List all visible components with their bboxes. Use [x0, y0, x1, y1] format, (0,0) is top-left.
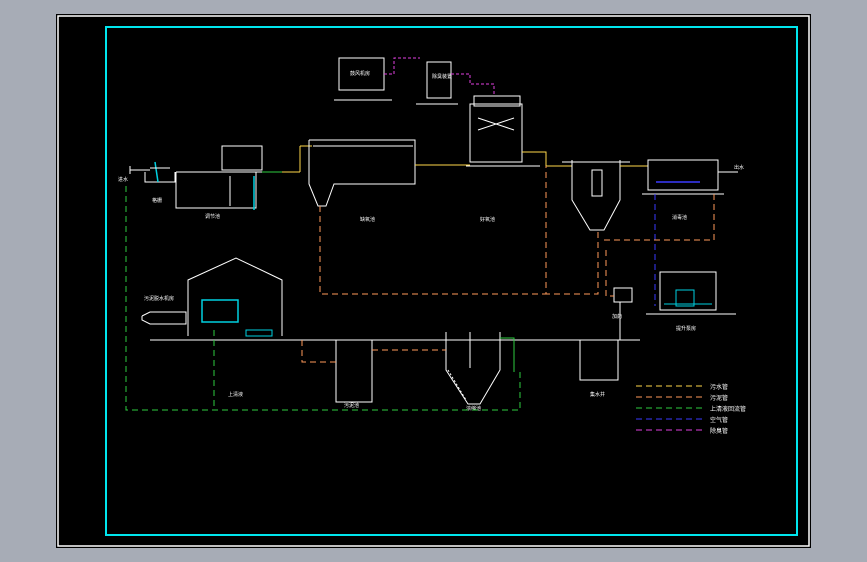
- process-flow-drawing: 污水管 污泥管 上清液回流管 空气管 除臭管 进水 格栅 调节池 鼓风机房 除臭…: [56, 14, 811, 548]
- inlet-label: 进水: [118, 176, 128, 183]
- legend-label-deodor: 除臭管: [710, 427, 728, 435]
- disinfection-label: 消毒池: [672, 214, 687, 221]
- thickener-label: 浓缩池: [466, 405, 481, 412]
- pump-room-label: 提升泵房: [676, 325, 696, 332]
- blower-room-label: 鼓风机房: [350, 70, 370, 77]
- equal-tank-label: 调节池: [205, 213, 220, 220]
- aerobic-label: 好氧池: [480, 216, 495, 223]
- legend-label-return: 上清液回流管: [710, 405, 746, 413]
- legend-label-sludge: 污泥管: [710, 394, 728, 402]
- deodor-label: 除臭装置: [432, 73, 452, 80]
- legend-label-sewage: 污水管: [710, 383, 728, 391]
- legend-label-air: 空气管: [710, 416, 728, 424]
- dosing-label: 加药: [612, 313, 622, 320]
- drawing-sheet: [56, 14, 811, 548]
- filtrate-label: 上清液: [228, 391, 243, 398]
- outlet-label: 出水: [734, 164, 744, 171]
- anoxic-label: 缺氧池: [360, 216, 375, 223]
- sump-label: 集水井: [590, 391, 605, 398]
- sludge-tank-label: 污泥池: [344, 402, 359, 409]
- dewater-room-label: 污泥脱水机房: [144, 295, 174, 302]
- screen-label: 格栅: [152, 197, 162, 204]
